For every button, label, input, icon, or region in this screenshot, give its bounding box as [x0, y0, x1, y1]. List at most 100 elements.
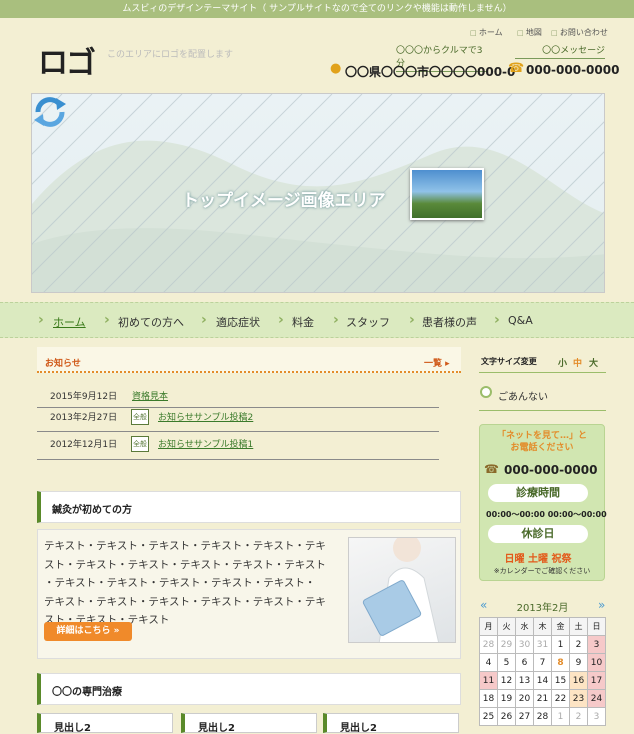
- calendar-weekday: 月: [479, 617, 498, 636]
- calendar-day: 6: [515, 653, 534, 672]
- calendar-day: 23: [569, 689, 588, 708]
- map-pin-icon: ●: [330, 61, 342, 76]
- util-link-map[interactable]: 地図: [517, 27, 542, 38]
- site-logo[interactable]: ロゴ: [38, 38, 96, 82]
- calendar-day: 12: [497, 671, 516, 690]
- nav-item-price[interactable]: 料金: [292, 314, 314, 330]
- header-tel: 000-000-0000: [526, 63, 620, 77]
- calendar-weekday: 金: [551, 617, 570, 636]
- news-link[interactable]: お知らせサンプル投稿2: [158, 410, 253, 423]
- calendar-day: 25: [479, 707, 498, 726]
- global-nav: › ホーム › 初めての方へ › 適応症状 › 料金 › スタッフ › 患者様の…: [0, 302, 634, 338]
- calendar-day: 29: [497, 635, 516, 654]
- intro-text-line: テキスト・テキスト・テキスト・テキスト・テキスト・テキ: [44, 595, 326, 608]
- calendar-day: 27: [515, 707, 534, 726]
- chevron-right-icon: ›: [409, 312, 415, 328]
- logo-note: このエリアにロゴを配置します: [107, 50, 234, 60]
- nav-item-faq[interactable]: Q&A: [508, 314, 533, 327]
- banner-note: ※カレンダーでご確認ください: [493, 567, 591, 575]
- calendar-day: 13: [515, 671, 534, 690]
- message-note: 〇〇メッセージ: [515, 43, 605, 59]
- calendar: 月 火 水 木 金 土 日 28 29 30 31 1 2 3 4 5 6 7 …: [479, 617, 606, 726]
- chevron-right-icon: ›: [333, 312, 339, 328]
- font-size-medium-button[interactable]: 中: [573, 356, 582, 369]
- font-size-small-button[interactable]: 小: [558, 356, 567, 369]
- nav-item-symptoms[interactable]: 適応症状: [216, 314, 260, 330]
- news-link[interactable]: お知らせサンプル投稿1: [158, 437, 253, 450]
- news-link[interactable]: 資格見本: [132, 389, 168, 402]
- calendar-day: 14: [533, 671, 552, 690]
- news-category-tag[interactable]: 全般: [131, 436, 149, 452]
- calendar-day: 28: [533, 707, 552, 726]
- calendar-weekday: 土: [569, 617, 588, 636]
- calendar-next-button[interactable]: »: [598, 598, 605, 612]
- calendar-day: 2: [569, 707, 588, 726]
- chevron-right-icon: ›: [278, 312, 284, 328]
- font-size-label: 文字サイズ変更: [481, 357, 537, 366]
- banner-lead-line: お電話ください: [510, 443, 574, 453]
- refresh-icon: [34, 97, 66, 127]
- details-button[interactable]: 詳細はこちら »: [44, 622, 132, 641]
- circle-bullet-icon: [480, 386, 492, 398]
- chevron-right-icon: ›: [494, 312, 500, 328]
- news-title: お知らせ: [45, 359, 81, 369]
- calendar-day: 7: [533, 653, 552, 672]
- intro-text-line: テキスト・テキスト・テキスト・テキスト・テキスト・テキ: [44, 540, 326, 552]
- calendar-title: 2013年2月: [516, 603, 569, 614]
- calendar-day: 10: [587, 653, 606, 672]
- calendar-day: 4: [479, 653, 498, 672]
- doctor-photo: [348, 537, 456, 643]
- util-link-home[interactable]: ホーム: [470, 27, 503, 38]
- site-notice-bar: ムスビィのデザインテーマサイト（ サンプルサイトなので全てのリンクや機能は動作し…: [0, 0, 634, 18]
- phone-icon: ☎: [484, 462, 499, 476]
- util-link-contact[interactable]: お問い合わせ: [551, 27, 608, 38]
- calendar-day: 5: [497, 653, 516, 672]
- calendar-day: 17: [587, 671, 606, 690]
- nav-item-voices[interactable]: 患者様の声: [422, 314, 477, 330]
- sidebar-divider: [479, 372, 606, 373]
- calendar-weekday: 水: [515, 617, 534, 636]
- news-header: [37, 347, 461, 373]
- intro-text: テキスト・テキスト・テキスト・テキスト・テキスト・テキ スト・テキスト・テキスト…: [44, 537, 336, 630]
- banner-hours: 00:00～00:00 00:00～00:00: [486, 510, 607, 519]
- calendar-day: 18: [479, 689, 498, 708]
- nav-item-first-time[interactable]: 初めての方へ: [118, 314, 184, 330]
- special-title: 〇〇の専門治療: [52, 687, 122, 698]
- intro-title: 鍼灸が初めての方: [52, 505, 132, 516]
- chevron-right-icon: ›: [104, 312, 110, 328]
- header-address: 〇〇県〇〇〇市〇〇〇〇000-0: [345, 65, 516, 79]
- banner-closed-label: 休診日: [488, 525, 588, 543]
- calendar-day: 16: [569, 671, 588, 690]
- calendar-day: 2: [569, 635, 588, 654]
- nav-item-staff[interactable]: スタッフ: [346, 314, 390, 330]
- calendar-day: 11: [479, 671, 498, 690]
- image-icon: [410, 168, 484, 220]
- news-category-tag[interactable]: 全般: [131, 409, 149, 425]
- calendar-day: 24: [587, 689, 606, 708]
- intro-text-line: ・テキスト・テキスト・テキスト・テキスト・テキスト・: [44, 577, 316, 589]
- news-more-link[interactable]: 一覧 ▸: [424, 356, 450, 369]
- hero-label: トップイメージ画像エリア: [182, 191, 386, 211]
- nav-item-home[interactable]: ホーム: [53, 314, 86, 330]
- calendar-weekday: 火: [497, 617, 516, 636]
- calendar-day: 20: [515, 689, 534, 708]
- calendar-day: 8: [551, 653, 570, 672]
- doctor-illustration: [362, 538, 440, 642]
- chevron-right-icon: ›: [201, 312, 207, 328]
- calendar-day: 30: [515, 635, 534, 654]
- sidebar-guide-link[interactable]: ごあんない: [498, 388, 548, 403]
- calendar-day: 3: [587, 707, 606, 726]
- banner-tel: 000-000-0000: [504, 463, 598, 477]
- calendar-day: 9: [569, 653, 588, 672]
- banner-lead: 「ネットを見て…」と お電話ください: [482, 430, 602, 454]
- calendar-day: 19: [497, 689, 516, 708]
- calendar-day: 22: [551, 689, 570, 708]
- news-date: 2013年2月27日: [50, 413, 118, 423]
- news-date: 2015年9月12日: [50, 392, 118, 402]
- calendar-day: 28: [479, 635, 498, 654]
- calendar-day: 21: [533, 689, 552, 708]
- calendar-day: 1: [551, 635, 570, 654]
- font-size-large-button[interactable]: 大: [589, 356, 598, 369]
- calendar-day: 31: [533, 635, 552, 654]
- calendar-day: 15: [551, 671, 570, 690]
